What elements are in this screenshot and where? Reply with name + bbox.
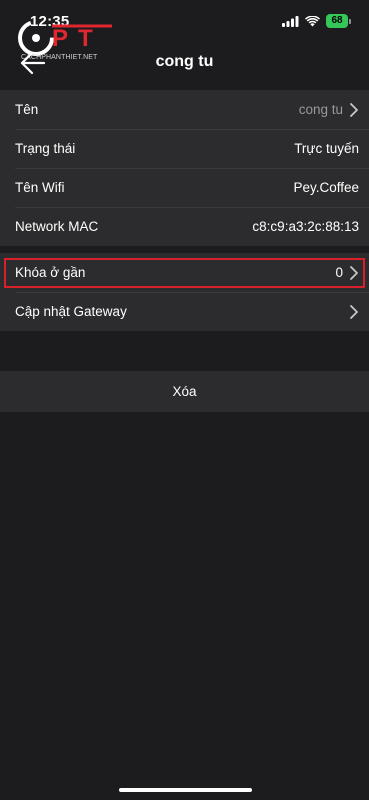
- nearby-locks-label: Khóa ở gần: [15, 265, 86, 280]
- chevron-right-icon: [350, 265, 358, 280]
- wifi-icon: [305, 15, 320, 26]
- name-value: cong tu: [298, 102, 343, 117]
- update-gateway-label: Cập nhật Gateway: [15, 304, 127, 319]
- battery-cap: [349, 18, 351, 24]
- home-indicator[interactable]: [119, 788, 252, 792]
- chevron-right-icon: [350, 102, 358, 117]
- battery-indicator: 68: [326, 14, 351, 28]
- status-label: Trạng thái: [15, 141, 76, 156]
- nearby-locks-row[interactable]: Khóa ở gần 0: [0, 253, 369, 292]
- name-row[interactable]: Tên cong tu: [0, 90, 369, 129]
- wifi-name-row: Tên Wifi Pey.Coffee: [0, 168, 369, 207]
- delete-label: Xóa: [172, 384, 197, 399]
- wifi-name-label: Tên Wifi: [15, 180, 65, 195]
- action-group: Khóa ở gần 0 Cập nhật Gateway: [0, 253, 369, 331]
- network-mac-row: Network MAC c8:c9:a3:2c:88:13: [0, 207, 369, 246]
- screen: 12:35 68 P T CACHPHANTHIET.NET cong tu T…: [0, 0, 369, 800]
- cellular-signal-icon: [282, 15, 299, 27]
- network-mac-label: Network MAC: [15, 219, 99, 234]
- status-icons: 68: [282, 14, 351, 28]
- battery-level: 68: [326, 14, 348, 28]
- nav-bar: cong tu: [0, 42, 369, 84]
- network-mac-value: c8:c9:a3:2c:88:13: [252, 219, 359, 234]
- status-value: Trực tuyến: [294, 141, 359, 156]
- name-label: Tên: [15, 102, 39, 117]
- device-info-group: Tên cong tu Trạng thái Trực tuyến Tên Wi…: [0, 90, 369, 246]
- chevron-right-icon: [350, 304, 358, 319]
- update-gateway-row[interactable]: Cập nhật Gateway: [0, 292, 369, 331]
- delete-button[interactable]: Xóa: [0, 371, 369, 412]
- status-row: Trạng thái Trực tuyến: [0, 129, 369, 168]
- page-title: cong tu: [155, 53, 214, 70]
- nearby-locks-count: 0: [335, 265, 343, 280]
- wifi-name-value: Pey.Coffee: [293, 180, 359, 195]
